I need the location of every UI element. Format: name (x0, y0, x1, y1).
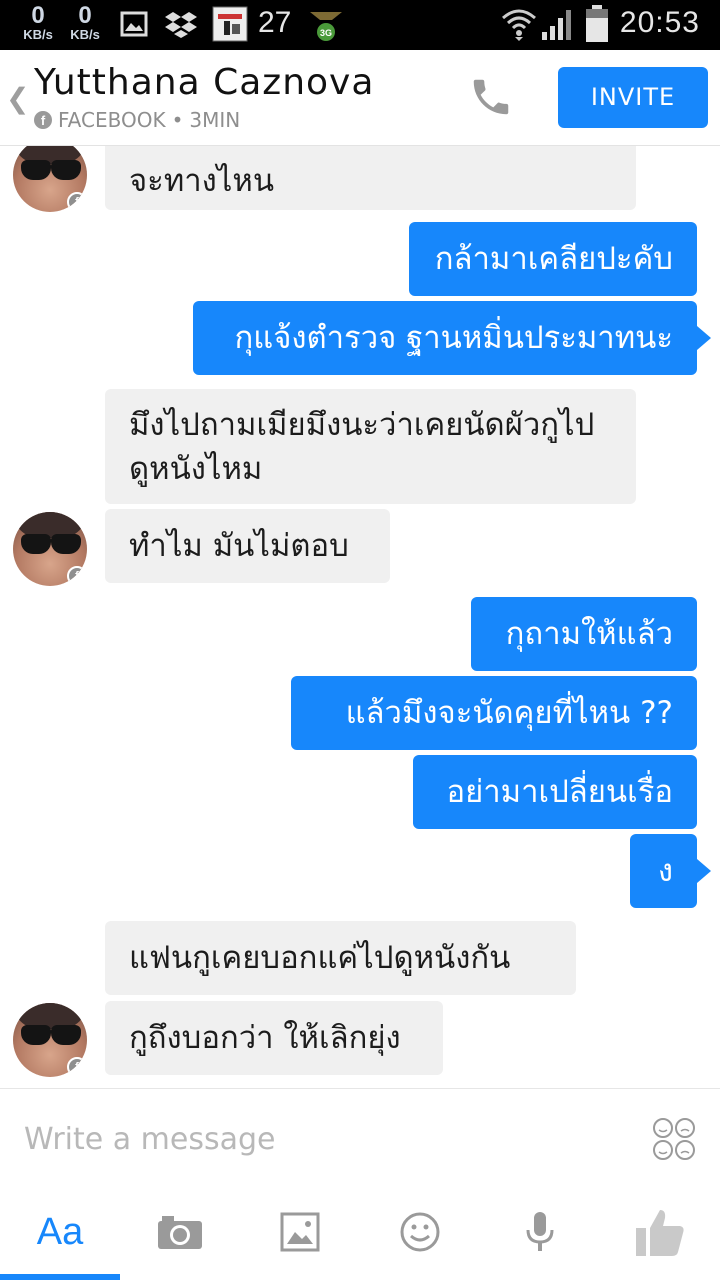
bubble-tail (697, 326, 711, 350)
camera-tab[interactable] (140, 1202, 220, 1262)
last-active-label: 3MIN (189, 108, 241, 132)
message-bubble-outgoing[interactable]: แล้วมึงจะนัดคุยที่ไหน ?? (291, 676, 697, 750)
facebook-icon: f (34, 111, 52, 129)
message-bubble-outgoing[interactable]: กล้ามาเคลียปะคับ (409, 222, 697, 296)
source-label: FACEBOOK (58, 108, 166, 132)
message-composer (0, 1088, 720, 1188)
camera-icon (158, 1216, 202, 1249)
message-bubble-incoming[interactable]: จะทางไหน (105, 146, 636, 210)
avatar-sunglasses-right (51, 1025, 81, 1045)
gallery-icon (280, 1212, 320, 1252)
message-bubble-outgoing[interactable]: กุแจ้งตำรวจ ฐานหมิ่นประมาทนะ (193, 301, 697, 375)
voice-tab[interactable] (500, 1202, 580, 1262)
composer-toolbar: Aa (0, 1188, 720, 1280)
signal-icon (542, 10, 571, 40)
message-list[interactable]: จะทางไหน f กล้ามาเคลียปะคับ กุแจ้งตำรวจ … (0, 146, 720, 1086)
battery-icon (586, 5, 608, 42)
facebook-badge-icon: f (67, 192, 87, 212)
bubble-tail (697, 859, 711, 883)
emoji-tab[interactable] (380, 1202, 460, 1262)
avatar-sunglasses-left (21, 534, 51, 554)
like-button[interactable] (620, 1202, 700, 1262)
message-bubble-incoming[interactable]: มึงไปถามเมียมึงนะว่าเคยนัดผัวกูไปดูหนังไ… (105, 389, 636, 504)
conversation-header: ❮ Yutthana Caznova f FACEBOOK • 3MIN INV… (0, 50, 720, 146)
invite-button[interactable]: INVITE (558, 67, 708, 128)
3g-icon: 3G (310, 12, 342, 41)
avatar-sunglasses-right (51, 160, 81, 180)
gallery-tab[interactable] (260, 1202, 340, 1262)
message-input[interactable] (24, 1115, 624, 1163)
app-notification-icon (212, 6, 248, 42)
active-tab-indicator (0, 1274, 120, 1280)
message-bubble-incoming[interactable]: กูถึงบอกว่า ให้เลิกยุ่ง (105, 1001, 443, 1075)
avatar[interactable]: f (13, 512, 87, 586)
thumbs-up-icon (636, 1210, 684, 1256)
stickers-icon[interactable] (652, 1117, 696, 1161)
avatar-sunglasses-right (51, 534, 81, 554)
dropbox-icon (165, 12, 197, 38)
clock: 20:53 (619, 6, 700, 39)
avatar[interactable]: f (13, 1003, 87, 1077)
svg-text:3G: 3G (320, 28, 332, 38)
upload-speed-value: 0 (78, 2, 92, 29)
avatar-sunglasses-left (21, 1025, 51, 1045)
gallery-notification-icon (120, 11, 148, 37)
facebook-badge-icon: f (67, 1057, 87, 1077)
subtitle-separator: • (171, 108, 184, 132)
back-icon[interactable]: ❮ (6, 82, 29, 115)
message-bubble-incoming[interactable]: แฟนกูเคยบอกแค่ไปดูหนังกัน (105, 921, 576, 995)
text-tab-label: Aa (36, 1210, 84, 1253)
download-speed-value: 0 (31, 2, 45, 29)
avatar[interactable]: f (13, 146, 87, 212)
upload-speed: 0 KB/s (63, 4, 107, 42)
microphone-icon (526, 1212, 554, 1251)
facebook-badge-icon: f (67, 566, 87, 586)
text-tab[interactable]: Aa (20, 1202, 100, 1262)
emoji-icon (400, 1212, 440, 1252)
message-bubble-outgoing[interactable]: ง (630, 834, 697, 908)
message-bubble-outgoing[interactable]: อย่ามาเปลี่ยนเรื่อ (413, 755, 697, 829)
phone-call-icon[interactable] (466, 74, 516, 120)
contact-name[interactable]: Yutthana Caznova (34, 62, 374, 103)
avatar-sunglasses-left (21, 160, 51, 180)
download-speed: 0 KB/s (16, 4, 60, 42)
status-bar: 0 KB/s 0 KB/s 27 3G 20:53 (0, 0, 720, 50)
message-bubble-outgoing[interactable]: กุถามให้แล้ว (471, 597, 697, 671)
upload-speed-unit: KB/s (70, 27, 100, 42)
download-speed-unit: KB/s (23, 27, 53, 42)
notification-count: 27 (258, 6, 292, 39)
contact-subtitle: f FACEBOOK • 3MIN (34, 108, 240, 132)
wifi-icon (502, 9, 536, 41)
message-bubble-incoming[interactable]: ทำไม มันไม่ตอบ (105, 509, 390, 583)
